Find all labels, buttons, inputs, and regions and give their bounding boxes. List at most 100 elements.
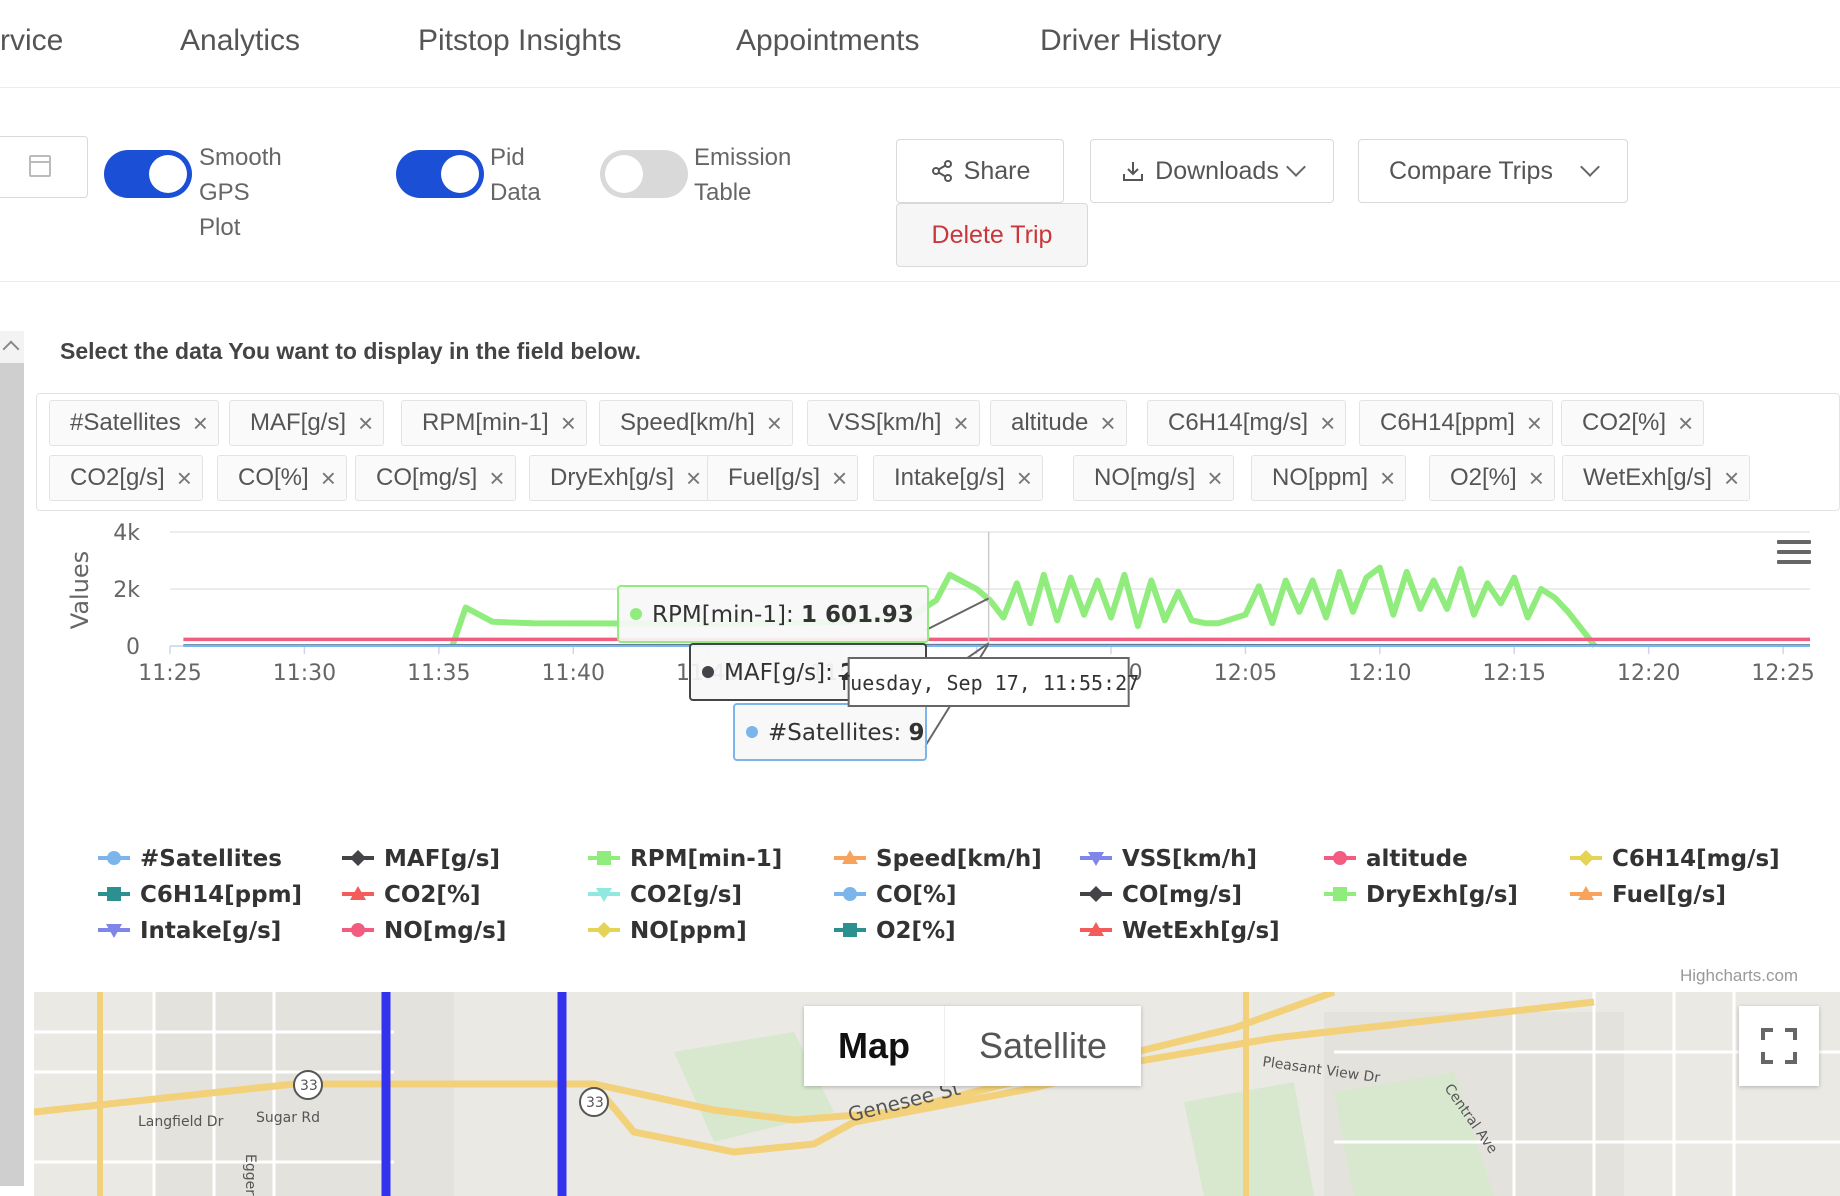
- compare-trips-dropdown[interactable]: Compare Trips: [1358, 139, 1628, 203]
- series-tag[interactable]: C6H14[mg/s] ×: [1147, 400, 1347, 446]
- chevron-down-icon: [1285, 157, 1306, 177]
- legend-item-label[interactable]: NO[mg/s]: [384, 918, 506, 944]
- remove-tag-icon[interactable]: ×: [1207, 463, 1222, 494]
- series-tag[interactable]: NO[ppm] ×: [1251, 455, 1407, 501]
- trip-controls: Smooth GPS Plot Pid Data Emission Table Sha…: [0, 90, 1840, 282]
- remove-tag-icon[interactable]: ×: [177, 463, 192, 494]
- scroll-up-button[interactable]: [0, 331, 24, 363]
- legend-item-label[interactable]: CO2[g/s]: [630, 882, 742, 908]
- legend-marker[interactable]: [597, 851, 611, 865]
- legend-marker[interactable]: [350, 850, 366, 866]
- legend-item-label[interactable]: O2[%]: [876, 918, 956, 944]
- remove-tag-icon[interactable]: ×: [767, 408, 782, 439]
- map-tab-satellite[interactable]: Satellite: [944, 1006, 1141, 1086]
- legend-marker[interactable]: [107, 851, 121, 865]
- legend-item-label[interactable]: RPM[min-1]: [630, 846, 782, 872]
- series-tag[interactable]: Speed[km/h] ×: [599, 400, 793, 446]
- remove-tag-icon[interactable]: ×: [321, 463, 336, 494]
- remove-tag-icon[interactable]: ×: [561, 408, 576, 439]
- nav-item-pitstop-insights[interactable]: Pitstop Insights: [418, 24, 621, 58]
- nav-item-analytics[interactable]: Analytics: [180, 24, 300, 58]
- remove-tag-icon[interactable]: ×: [832, 463, 847, 494]
- legend-item-label[interactable]: C6H14[ppm]: [140, 882, 302, 908]
- series-multiselect[interactable]: #Satellites × MAF[g/s] × RPM[min-1] × Speed…: [36, 393, 1840, 511]
- legend-item-label[interactable]: CO2[%]: [384, 882, 481, 908]
- data-select-instruction: Select the data You want to display in t…: [60, 338, 642, 364]
- legend-item-label[interactable]: NO[ppm]: [630, 918, 747, 944]
- legend-item-label[interactable]: CO[%]: [876, 882, 957, 908]
- legend-marker[interactable]: [1333, 887, 1347, 901]
- pid-data-chart[interactable]: 02k4kValues11:2511:3011:3511:4011:4511:5…: [0, 520, 1840, 960]
- remove-tag-icon[interactable]: ×: [1100, 408, 1115, 439]
- chevron-down-icon: [1580, 157, 1600, 177]
- nav-item-driver-history[interactable]: Driver History: [1040, 24, 1222, 58]
- series-tag[interactable]: C6H14[ppm] ×: [1359, 400, 1553, 446]
- legend-marker[interactable]: [1333, 851, 1347, 865]
- trip-map[interactable]: 33 33 33 Langfield Dr Sugar Rd Eggert Rd…: [34, 992, 1840, 1196]
- remove-tag-icon[interactable]: ×: [489, 463, 504, 494]
- series-tag[interactable]: O2[%] ×: [1429, 455, 1555, 501]
- legend-marker[interactable]: [1088, 886, 1104, 902]
- legend-item-label[interactable]: Fuel[g/s]: [1612, 882, 1726, 908]
- series-tag[interactable]: DryExh[g/s] ×: [529, 455, 713, 501]
- map-tab-map[interactable]: Map: [804, 1006, 944, 1086]
- remove-tag-icon[interactable]: ×: [953, 408, 968, 439]
- series-tag[interactable]: VSS[km/h] ×: [807, 400, 980, 446]
- series-tag[interactable]: RPM[min-1] ×: [401, 400, 587, 446]
- downloads-button[interactable]: Downloads: [1090, 139, 1334, 203]
- emission-table-toggle[interactable]: [600, 150, 688, 198]
- remove-tag-icon[interactable]: ×: [1380, 463, 1395, 494]
- delete-trip-button[interactable]: Delete Trip: [896, 203, 1088, 267]
- series-tag[interactable]: WetExh[g/s] ×: [1562, 455, 1751, 501]
- series-tag[interactable]: CO[mg/s] ×: [355, 455, 516, 501]
- series-tag[interactable]: altitude ×: [990, 400, 1127, 446]
- tooltip-series-dot: [630, 608, 642, 620]
- series-tag[interactable]: Intake[g/s] ×: [873, 455, 1043, 501]
- legend-item-label[interactable]: Intake[g/s]: [140, 918, 281, 944]
- top-nav: rvice Analytics Pitstop Insights Appoint…: [0, 0, 1840, 88]
- series-tag[interactable]: Fuel[g/s] ×: [707, 455, 859, 501]
- remove-tag-icon[interactable]: ×: [1529, 463, 1544, 494]
- legend-marker[interactable]: [843, 887, 857, 901]
- nav-item-appointments[interactable]: Appointments: [736, 24, 919, 58]
- legend-marker[interactable]: [351, 923, 365, 937]
- smooth-gps-label: Smooth GPS Plot: [199, 144, 282, 241]
- chart-credits[interactable]: Highcharts.com: [1680, 966, 1798, 986]
- legend-item-label[interactable]: Speed[km/h]: [876, 846, 1042, 872]
- legend-item-label[interactable]: MAF[g/s]: [384, 846, 500, 872]
- remove-tag-icon[interactable]: ×: [193, 408, 208, 439]
- series-tag[interactable]: NO[mg/s] ×: [1073, 455, 1234, 501]
- legend-item-label[interactable]: DryExh[g/s]: [1366, 882, 1518, 908]
- legend-item-label[interactable]: VSS[km/h]: [1122, 846, 1257, 872]
- series-tag[interactable]: CO2[%] ×: [1561, 400, 1705, 446]
- x-tick-label: 11:40: [542, 661, 605, 686]
- legend-item-label[interactable]: altitude: [1366, 846, 1468, 872]
- remove-tag-icon[interactable]: ×: [686, 463, 701, 494]
- pid-data-toggle[interactable]: [396, 150, 484, 198]
- remove-tag-icon[interactable]: ×: [358, 408, 373, 439]
- legend-item-label[interactable]: CO[mg/s]: [1122, 882, 1242, 908]
- remove-tag-icon[interactable]: ×: [1527, 408, 1542, 439]
- legend-item-label[interactable]: #Satellites: [140, 846, 282, 872]
- series-tag[interactable]: MAF[g/s] ×: [229, 400, 385, 446]
- series-tag[interactable]: CO[%] ×: [217, 455, 347, 501]
- legend-marker[interactable]: [596, 922, 612, 938]
- smooth-gps-toggle[interactable]: [104, 150, 192, 198]
- legend-marker[interactable]: [107, 887, 121, 901]
- remove-tag-icon[interactable]: ×: [1320, 408, 1335, 439]
- remove-tag-icon[interactable]: ×: [1017, 463, 1032, 494]
- date-picker[interactable]: [0, 136, 88, 198]
- legend-marker[interactable]: [843, 923, 857, 937]
- legend-item-label[interactable]: C6H14[mg/s]: [1612, 846, 1780, 872]
- fullscreen-button[interactable]: [1739, 1006, 1819, 1086]
- series-tag[interactable]: CO2[g/s] ×: [49, 455, 203, 501]
- legend-item-label[interactable]: WetExh[g/s]: [1122, 918, 1280, 944]
- remove-tag-icon[interactable]: ×: [1678, 408, 1693, 439]
- chart-menu-icon[interactable]: [1777, 540, 1811, 568]
- share-button[interactable]: Share: [896, 139, 1064, 203]
- y-tick-label: 4k: [113, 521, 140, 546]
- remove-tag-icon[interactable]: ×: [1724, 463, 1739, 494]
- series-tag[interactable]: #Satellites ×: [49, 400, 219, 446]
- legend-marker[interactable]: [1578, 850, 1594, 866]
- nav-item-service[interactable]: rvice: [0, 24, 63, 58]
